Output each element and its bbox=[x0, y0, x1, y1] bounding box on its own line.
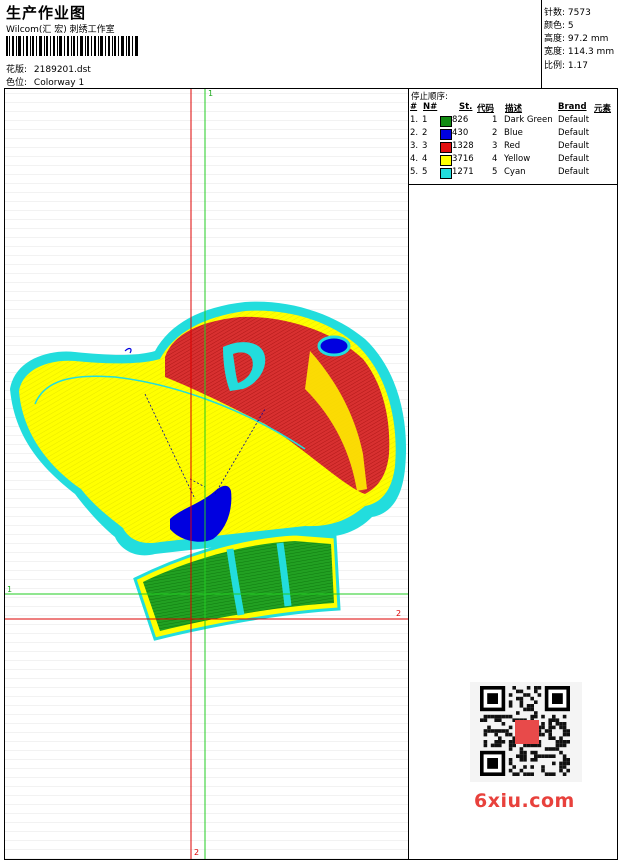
stitch-count: 1328 bbox=[452, 141, 474, 151]
color-swatch bbox=[440, 129, 452, 140]
watermark-text: 6xiu.com bbox=[474, 790, 575, 812]
page-title: 生产作业图 bbox=[6, 4, 87, 22]
color-swatch bbox=[440, 142, 452, 153]
col-code-header: 代码 bbox=[477, 104, 495, 114]
stop-row: 2. 2 430 2 Blue Default bbox=[409, 128, 617, 141]
color-code: 2 bbox=[492, 128, 498, 138]
color-code: 3 bbox=[492, 141, 498, 151]
col-element-header: 元素 bbox=[594, 104, 612, 114]
col-st-header: St. bbox=[459, 102, 473, 112]
embroidery-design bbox=[5, 89, 408, 859]
color-description: Red bbox=[504, 141, 521, 151]
color-swatch bbox=[440, 155, 452, 166]
stat-scale: 比例: 1.17 bbox=[544, 61, 588, 71]
stat-width: 宽度: 114.3 mm bbox=[544, 47, 615, 57]
qr-logo-stamp bbox=[515, 720, 539, 744]
header-info: 生产作业图 Wilcom(汇 宏) 刺绣工作室 花版: 2189201.dst … bbox=[0, 0, 540, 88]
cap-button-blue bbox=[317, 335, 351, 357]
red-axis-bottom-label: 2 bbox=[194, 848, 200, 857]
design-stats: 针数: 7573 颜色: 5 高度: 97.2 mm 宽度: 114.3 mm … bbox=[541, 0, 620, 88]
file-label: 花版: bbox=[6, 65, 28, 75]
thread-brand: Default bbox=[558, 167, 590, 177]
stop-number: 3. bbox=[410, 141, 419, 151]
needle-number: 3 bbox=[422, 141, 428, 151]
stat-colors: 颜色: 5 bbox=[544, 21, 574, 31]
stitch-count: 430 bbox=[452, 128, 469, 138]
needle-number: 4 bbox=[422, 154, 428, 164]
file-name: 2189201.dst bbox=[33, 65, 91, 75]
col-desc-header: 描述 bbox=[505, 104, 523, 114]
design-canvas: 1 1 2 2 bbox=[5, 89, 409, 859]
green-axis-left-label: 1 bbox=[7, 585, 13, 594]
color-description: Blue bbox=[504, 128, 523, 138]
color-code: 5 bbox=[492, 167, 498, 177]
colorway-label: 色位: bbox=[6, 78, 28, 88]
stop-sequence-title: 停止顺序: bbox=[411, 92, 448, 102]
stop-number: 5. bbox=[410, 167, 419, 177]
stop-sequence-table: 停止顺序: # N# St. 代码 描述 Brand 元素 1. 1 826 1 Dar… bbox=[409, 89, 617, 185]
thread-brand: Default bbox=[558, 115, 590, 125]
col-num-header: # bbox=[410, 102, 418, 112]
needle-number: 1 bbox=[422, 115, 428, 125]
color-description: Yellow bbox=[504, 154, 531, 164]
stop-row: 4. 4 3716 4 Yellow Default bbox=[409, 154, 617, 167]
stop-row: 3. 3 1328 3 Red Default bbox=[409, 141, 617, 154]
stitch-count: 1271 bbox=[452, 167, 474, 177]
qr-code-image bbox=[470, 682, 582, 782]
company-name: Wilcom(汇 宏) 刺绣工作室 bbox=[6, 25, 115, 35]
file-name-row: 花版: 2189201.dst bbox=[6, 62, 91, 75]
colorway-name: Colorway 1 bbox=[33, 78, 85, 88]
qr-finder-square bbox=[552, 693, 563, 704]
stitch-count: 3716 bbox=[452, 154, 474, 164]
thread-squiggle bbox=[124, 347, 132, 354]
stop-row: 5. 5 1271 5 Cyan Default bbox=[409, 167, 617, 180]
stop-number: 2. bbox=[410, 128, 419, 138]
color-code: 1 bbox=[492, 115, 498, 125]
green-axis-top-label: 1 bbox=[208, 89, 214, 98]
barcode-image bbox=[6, 36, 138, 56]
thread-brand: Default bbox=[558, 128, 590, 138]
col-n-header: N# bbox=[423, 102, 438, 112]
stat-stitches: 针数: 7573 bbox=[544, 8, 591, 18]
color-description: Dark Green bbox=[504, 115, 553, 125]
color-swatch bbox=[440, 168, 452, 179]
qr-finder-square bbox=[487, 758, 498, 769]
stop-row: 1. 1 826 1 Dark Green Default bbox=[409, 115, 617, 128]
red-axis-right-label: 2 bbox=[396, 609, 402, 618]
stat-height: 高度: 97.2 mm bbox=[544, 34, 609, 44]
thread-brand: Default bbox=[558, 141, 590, 151]
colorway-row: 色位: Colorway 1 bbox=[6, 75, 84, 88]
stop-number: 4. bbox=[410, 154, 419, 164]
qr-finder-square bbox=[487, 693, 498, 704]
needle-number: 2 bbox=[422, 128, 428, 138]
color-code: 4 bbox=[492, 154, 498, 164]
needle-number: 5 bbox=[422, 167, 428, 177]
col-brand-header: Brand bbox=[558, 102, 587, 112]
color-swatch bbox=[440, 116, 452, 127]
color-description: Cyan bbox=[504, 167, 526, 177]
stop-number: 1. bbox=[410, 115, 419, 125]
stitch-count: 826 bbox=[452, 115, 469, 125]
thread-brand: Default bbox=[558, 154, 590, 164]
